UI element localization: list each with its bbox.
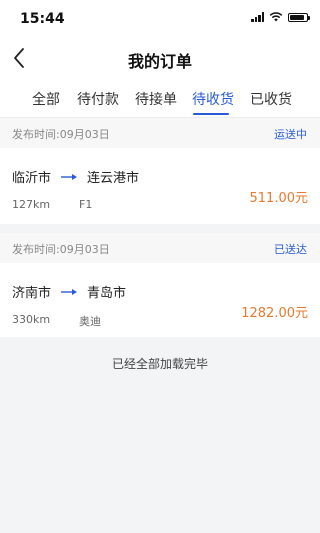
tab-pending-accept[interactable]: 待接单 — [135, 89, 177, 109]
status-bar: 15:44 — [0, 0, 320, 38]
publish-time: 发布时间:09月03日 — [12, 243, 110, 256]
load-complete-text: 已经全部加载完毕 — [111, 357, 208, 371]
origin-city: 济南市 — [12, 286, 52, 301]
tab-received[interactable]: 已收货 — [250, 89, 292, 109]
destination-city: 连云港市 — [87, 171, 140, 186]
vehicle-model: F1 — [79, 198, 93, 211]
wifi-icon — [269, 12, 283, 22]
status-time: 15:44 — [20, 11, 65, 27]
nav-bar: 我的订单 — [0, 38, 320, 78]
signal-icon — [251, 12, 264, 22]
tab-pending-receipt[interactable]: 待收货 — [192, 89, 234, 109]
arrow-right-icon — [61, 288, 78, 295]
arrow-right-icon — [61, 173, 78, 180]
destination-city: 青岛市 — [87, 286, 127, 301]
order-card-header: 发布时间:09月03日 已送达 — [0, 233, 320, 263]
tab-all[interactable]: 全部 — [32, 89, 60, 109]
order-card[interactable]: 发布时间:09月03日 已送达 济南市 青岛市 330km 奥迪 1282.00… — [0, 233, 320, 337]
route: 临沂市 连云港市 — [12, 167, 139, 186]
distance: 330km — [12, 313, 51, 326]
order-card-header: 发布时间:09月03日 运送中 — [0, 118, 320, 148]
order-status: 已送达 — [274, 243, 307, 256]
battery-icon — [288, 12, 310, 22]
active-tab-indicator — [193, 113, 229, 115]
order-status: 运送中 — [274, 128, 307, 141]
status-icons — [251, 12, 310, 22]
distance: 127km — [12, 198, 51, 211]
origin-city: 临沂市 — [12, 171, 52, 186]
tab-pending-payment[interactable]: 待付款 — [77, 89, 119, 109]
publish-time: 发布时间:09月03日 — [12, 128, 110, 141]
page-title: 我的订单 — [127, 52, 192, 71]
order-card[interactable]: 发布时间:09月03日 运送中 临沂市 连云港市 127km F1 511.00… — [0, 118, 320, 224]
order-price: 511.00元 — [249, 191, 309, 206]
vehicle-model: 奥迪 — [79, 315, 101, 328]
order-price: 1282.00元 — [241, 306, 308, 321]
route: 济南市 青岛市 — [12, 282, 126, 301]
order-tabs: 全部 待付款 待接单 待收货 已收货 — [0, 78, 320, 118]
